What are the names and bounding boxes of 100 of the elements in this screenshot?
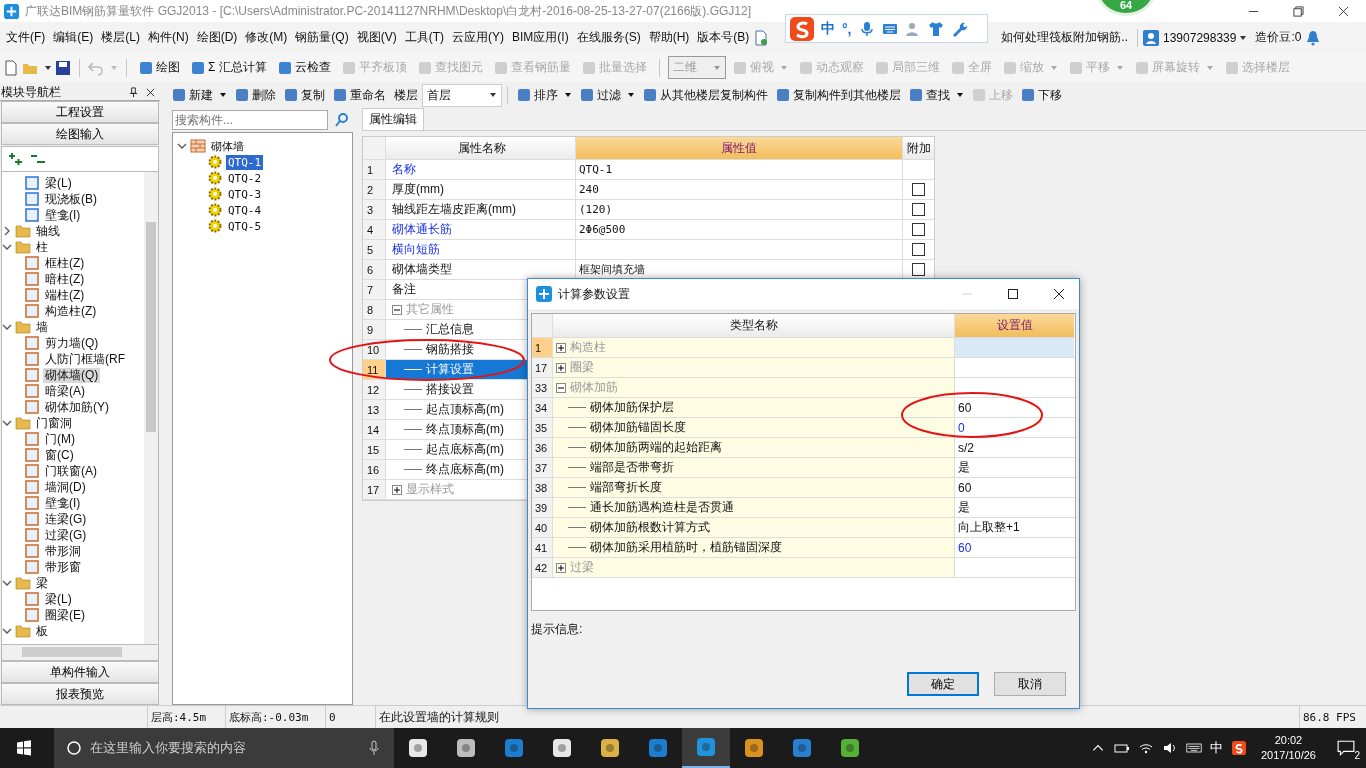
parameter-value[interactable]: 向上取整+1 xyxy=(955,518,1074,537)
checkbox[interactable] xyxy=(912,203,925,216)
tree-item[interactable]: 门联窗(A) xyxy=(43,463,99,479)
property-value[interactable]: QTQ-1 xyxy=(579,163,613,176)
expand-icon[interactable] xyxy=(556,362,566,373)
toolbar-button[interactable]: Σ 汇总计算 xyxy=(187,58,271,77)
scrollbar[interactable] xyxy=(1,645,159,661)
checkbox[interactable] xyxy=(912,263,925,276)
toolbar-button[interactable]: 新建 xyxy=(168,85,231,105)
parameter-value[interactable]: 60 xyxy=(955,538,1074,557)
close-icon[interactable] xyxy=(1338,5,1349,17)
property-name[interactable]: 砌体通长筋 xyxy=(392,221,452,238)
tree-item[interactable]: 砌体墙 xyxy=(209,138,246,154)
menu-item[interactable]: 视图(V) xyxy=(352,29,401,46)
restore-icon[interactable] xyxy=(1293,5,1304,17)
selected-value-cell[interactable] xyxy=(955,338,1074,357)
property-value[interactable]: (120) xyxy=(579,203,613,216)
tree-item[interactable]: 暗柱(Z) xyxy=(43,271,87,287)
checkbox[interactable] xyxy=(912,243,925,256)
caret-icon[interactable] xyxy=(44,63,52,72)
taskbar-search-field[interactable]: 在这里输入你要搜索的内容 xyxy=(54,728,394,768)
tree-item[interactable]: 框柱(Z) xyxy=(43,255,87,271)
expand-icon[interactable] xyxy=(556,342,566,353)
parameter-value[interactable]: s/2 xyxy=(955,438,1074,457)
save-icon[interactable] xyxy=(55,59,71,76)
scrollbar[interactable] xyxy=(144,172,158,644)
tree-item[interactable]: 墙 xyxy=(34,319,50,335)
volume-icon[interactable] xyxy=(1161,741,1178,755)
toolbar-button[interactable]: 删除 xyxy=(231,85,280,105)
chevron-icon[interactable] xyxy=(2,578,12,588)
expand-all-icon[interactable] xyxy=(8,151,24,167)
tree-item[interactable]: 壁龛(I) xyxy=(43,495,83,511)
new-file-icon[interactable] xyxy=(3,59,19,76)
property-value[interactable]: 240 xyxy=(579,183,599,196)
chevron-icon[interactable] xyxy=(2,418,12,428)
toolbar-button[interactable]: 过滤 xyxy=(576,85,639,105)
menu-item[interactable]: 版本号(B) xyxy=(693,29,754,46)
toolbar-button[interactable]: 排序 xyxy=(513,85,576,105)
tree-item[interactable]: 连梁(G) xyxy=(43,511,89,527)
parameter-value[interactable]: 是 xyxy=(955,458,1074,477)
tree-item[interactable]: 壁龛(I) xyxy=(43,207,83,223)
tree-item[interactable]: 带形窗 xyxy=(43,559,83,575)
chevron-icon[interactable] xyxy=(2,226,12,236)
toolbar-button[interactable]: 下移 xyxy=(1017,85,1066,105)
punctuation-toggle[interactable]: °, xyxy=(842,20,852,37)
chevron-icon[interactable] xyxy=(2,322,12,332)
close-icon[interactable] xyxy=(145,86,156,98)
tree-item[interactable]: 剪力墙(Q) xyxy=(43,335,101,351)
toolbar-button[interactable]: 绘图 xyxy=(135,58,184,77)
menu-item[interactable]: 编辑(E) xyxy=(49,29,98,46)
parameter-value[interactable]: 60 xyxy=(955,478,1074,497)
tree-item[interactable]: 构造柱(Z) xyxy=(43,303,99,319)
tree-item[interactable]: 砌体墙(Q) xyxy=(43,367,101,383)
property-name[interactable]: 名称 xyxy=(392,161,416,178)
document-icon[interactable] xyxy=(753,29,770,46)
chevron-icon[interactable] xyxy=(177,141,187,151)
input-method-indicator[interactable]: 中 xyxy=(1209,739,1223,757)
tree-item[interactable]: 梁 xyxy=(34,575,50,591)
clock[interactable]: 20:02 2017/10/26 xyxy=(1260,733,1316,763)
parameter-value[interactable]: 0 xyxy=(955,418,1074,437)
property-value[interactable]: 框架间填充墙 xyxy=(579,262,645,277)
chevron-icon[interactable] xyxy=(2,242,12,252)
collapse-icon[interactable] xyxy=(392,304,402,315)
tree-item[interactable]: 带形洞 xyxy=(43,543,83,559)
close-icon[interactable] xyxy=(1053,288,1065,300)
tree-item[interactable]: QTQ-1 xyxy=(226,154,264,170)
tree-item[interactable]: 轴线 xyxy=(34,223,62,239)
maximize-icon[interactable] xyxy=(1007,288,1019,300)
tree-item[interactable]: QTQ-4 xyxy=(226,202,264,218)
tree-item[interactable]: QTQ-3 xyxy=(226,186,264,202)
toolbar-button[interactable]: 从其他楼层复制构件 xyxy=(639,85,772,105)
pin-icon[interactable] xyxy=(128,86,139,98)
account-dropdown[interactable]: 13907298339 xyxy=(1159,30,1252,45)
menu-item[interactable]: 楼层(L) xyxy=(97,29,144,46)
properties-tab[interactable]: 属性编辑 xyxy=(362,108,424,130)
menu-item[interactable]: 钢筋量(Q) xyxy=(291,29,353,46)
menu-item[interactable]: 云应用(Y) xyxy=(448,29,508,46)
keyboard-icon[interactable] xyxy=(1185,741,1202,755)
parameter-value[interactable]: 60 xyxy=(955,398,1074,417)
chevron-icon[interactable] xyxy=(2,626,12,636)
collapse-icon[interactable] xyxy=(556,382,566,393)
microphone-icon[interactable] xyxy=(858,20,875,37)
bell-icon[interactable] xyxy=(1305,29,1322,46)
ime-logo-icon[interactable] xyxy=(1230,741,1247,755)
nav-section-button[interactable]: 工程设置 xyxy=(1,101,159,123)
toolbar-button[interactable]: 重命名 xyxy=(329,85,390,105)
parameter-value[interactable]: 是 xyxy=(955,498,1074,517)
tree-item[interactable]: 人防门框墙(RF xyxy=(43,351,127,367)
tree-item[interactable]: 梁(L) xyxy=(43,175,74,191)
property-value[interactable]: 2Φ6@500 xyxy=(579,223,626,236)
nav-section-button[interactable]: 单构件输入 xyxy=(1,661,159,683)
menu-item[interactable]: 帮助(H) xyxy=(644,29,694,46)
tree-item[interactable]: QTQ-5 xyxy=(226,218,264,234)
toolbar-button[interactable]: 查找 xyxy=(905,85,968,105)
user-icon[interactable] xyxy=(1143,29,1159,46)
checkbox[interactable] xyxy=(912,223,925,236)
menu-item[interactable]: 绘图(D) xyxy=(192,29,242,46)
tree-item[interactable]: 圈梁(E) xyxy=(43,607,87,623)
tree-item[interactable]: 板 xyxy=(34,623,50,639)
floor-dropdown[interactable]: 首层 xyxy=(422,83,502,107)
